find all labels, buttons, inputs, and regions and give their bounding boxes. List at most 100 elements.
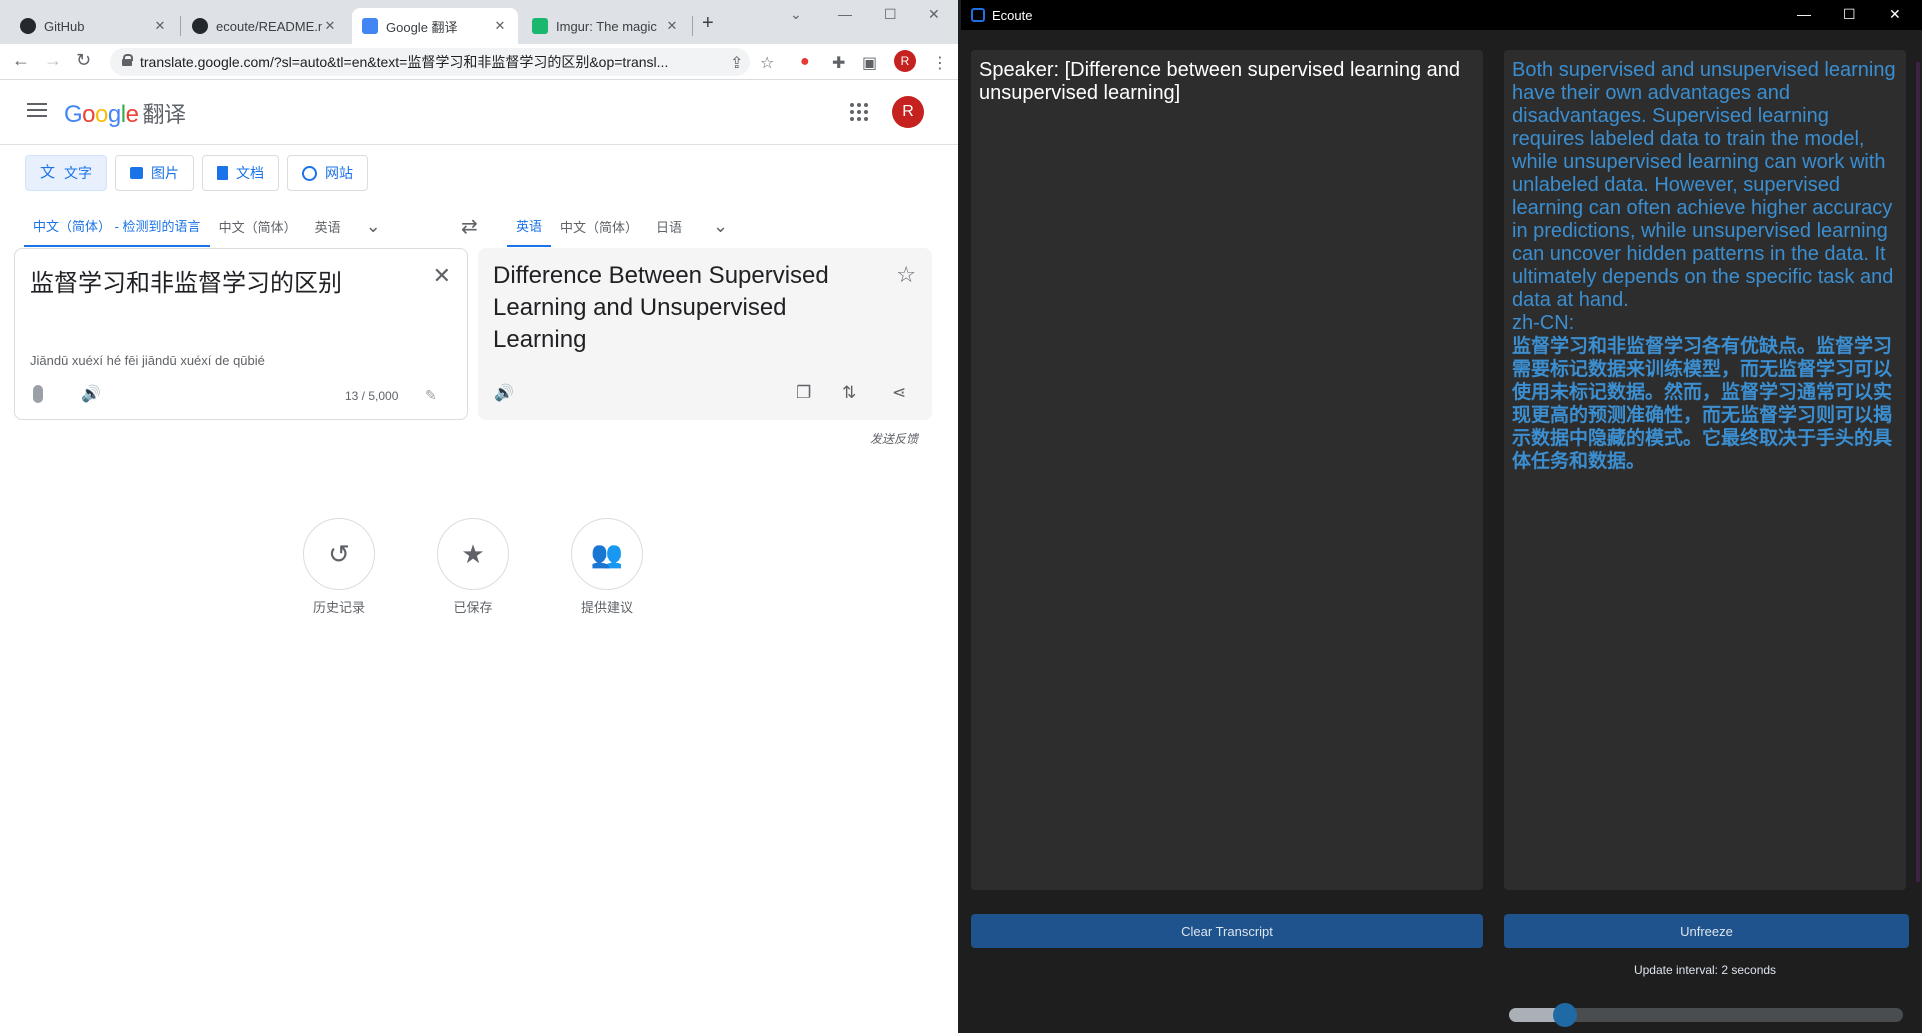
response-language-label: zh-CN: <box>1512 312 1575 334</box>
target-lang-japanese[interactable]: 日语 <box>647 205 691 247</box>
side-panel-icon[interactable]: ▣ <box>862 53 877 73</box>
profile-avatar[interactable]: R <box>894 50 916 72</box>
save-translation-star-icon[interactable]: ☆ <box>896 262 916 288</box>
tab-imgur[interactable]: Imgur: The magic ✕ <box>522 8 690 44</box>
mode-text-button[interactable]: 文 文字 <box>25 155 107 191</box>
close-icon[interactable]: ✕ <box>322 18 338 34</box>
github-icon <box>20 18 36 34</box>
account-avatar[interactable]: R <box>892 96 924 128</box>
app-icon <box>971 8 985 22</box>
close-window-icon[interactable]: ✕ <box>928 6 940 23</box>
address-text: translate.google.com/?sl=auto&tl=en&text… <box>140 54 669 70</box>
response-textbox[interactable]: Both supervised and unsupervised learnin… <box>1504 50 1906 890</box>
source-more-langs-chevron-icon[interactable]: ⌄ <box>350 205 390 247</box>
ecoute-titlebar: Ecoute — ☐ ✕ <box>961 0 1922 30</box>
response-chinese: 监督学习和非监督学习各有优缺点。监督学习需要标记数据来训练模型，而无监督学习可以… <box>1512 336 1893 472</box>
share-icon[interactable]: ⇪ <box>730 53 743 73</box>
close-icon[interactable]: ✕ <box>492 18 508 34</box>
translate-header: Google 翻译 R <box>0 81 958 145</box>
saved-label: 已保存 <box>453 600 493 615</box>
mode-selector: 文 文字 图片 文档 网站 <box>25 155 368 191</box>
swap-languages-icon[interactable]: ⇄ <box>461 214 478 239</box>
extensions-puzzle-icon[interactable]: ✚ <box>832 53 845 73</box>
history-label: 历史记录 <box>312 600 365 615</box>
menu-kebab-icon[interactable]: ⋮ <box>932 53 948 73</box>
extension-icon[interactable]: ● <box>800 53 810 71</box>
imgur-icon <box>532 18 548 34</box>
target-language-bar: 英语 中文（简体） 日语 ⌄ <box>507 205 737 247</box>
mode-documents-button[interactable]: 文档 <box>202 155 279 191</box>
tab-github[interactable]: GitHub ✕ <box>10 8 178 44</box>
update-interval-slider[interactable] <box>1509 1003 1903 1027</box>
mode-label: 图片 <box>151 165 179 181</box>
bookmark-star-icon[interactable]: ☆ <box>760 53 774 73</box>
close-window-icon[interactable]: ✕ <box>1889 6 1901 23</box>
reload-icon[interactable]: ↻ <box>76 50 91 71</box>
scrollbar[interactable] <box>1916 62 1920 882</box>
tab-ecoute-readme[interactable]: ecoute/README.n ✕ <box>182 8 348 44</box>
tab-title: ecoute/README.n <box>216 18 322 34</box>
unfreeze-button[interactable]: Unfreeze <box>1504 914 1909 948</box>
contribute-button[interactable]: 👥 <box>571 518 643 590</box>
character-count: 13 / 5,000 <box>345 389 399 403</box>
history-icon: ↺ <box>328 538 350 569</box>
source-lang-english[interactable]: 英语 <box>306 205 350 247</box>
copy-icon[interactable]: ❐ <box>796 383 811 403</box>
source-romanization: Jiāndū xuéxí hé fēi jiāndū xuéxí de qūbi… <box>30 353 265 368</box>
target-more-langs-chevron-icon[interactable]: ⌄ <box>691 205 737 247</box>
target-lang-english[interactable]: 英语 <box>507 205 552 247</box>
maximize-icon[interactable]: ☐ <box>884 6 897 23</box>
listen-source-icon[interactable]: 🔊 <box>81 384 101 404</box>
contribute-label: 提供建议 <box>580 600 633 615</box>
target-lang-chinese[interactable]: 中文（简体） <box>551 205 647 247</box>
clear-transcript-button[interactable]: Clear Transcript <box>971 914 1483 948</box>
lock-icon <box>122 54 133 66</box>
google-wordmark: Google <box>64 101 139 128</box>
translation-text: Difference Between Supervised Learning a… <box>493 262 829 353</box>
send-feedback-link[interactable]: 发送反馈 <box>870 430 918 447</box>
listen-translation-icon[interactable]: 🔊 <box>494 383 514 403</box>
people-icon: 👥 <box>590 538 624 569</box>
history-button[interactable]: ↺ <box>303 518 375 590</box>
mode-websites-button[interactable]: 网站 <box>287 155 368 191</box>
mode-images-button[interactable]: 图片 <box>115 155 194 191</box>
minimize-icon[interactable]: — <box>1797 6 1811 22</box>
mode-label: 文字 <box>64 165 92 181</box>
tab-google-translate[interactable]: Google 翻译 ✕ <box>352 8 518 44</box>
tab-title: Imgur: The magic <box>556 18 657 34</box>
translation-output: Difference Between Supervised Learning a… <box>478 248 932 420</box>
handwriting-icon[interactable]: ✎ <box>425 387 437 404</box>
logo-product: 翻译 <box>142 102 186 127</box>
source-text[interactable]: 监督学习和非监督学习的区别 <box>30 263 342 298</box>
source-lang-chinese[interactable]: 中文（简体） <box>210 205 306 247</box>
forward-icon[interactable]: → <box>44 50 62 71</box>
main-menu-icon[interactable] <box>27 103 47 117</box>
source-lang-detected[interactable]: 中文（简体） - 检测到的语言 <box>24 205 210 247</box>
minimize-icon[interactable]: — <box>838 6 852 22</box>
globe-icon <box>302 165 317 181</box>
close-icon[interactable]: ✕ <box>664 18 680 34</box>
rate-translation-icon[interactable]: ⇅ <box>842 383 856 403</box>
slider-handle[interactable] <box>1553 1003 1578 1027</box>
back-icon[interactable]: ← <box>12 50 30 71</box>
browser-toolbar: ← → ↻ translate.google.com/?sl=auto&tl=e… <box>0 44 958 80</box>
google-translate-logo[interactable]: Google 翻译 <box>64 97 186 129</box>
translate-icon: 文 <box>40 164 56 181</box>
ecoute-window: Ecoute — ☐ ✕ Speaker: [Difference betwee… <box>961 0 1922 1033</box>
saved-button[interactable]: ★ <box>437 518 509 590</box>
microphone-icon[interactable] <box>33 385 43 403</box>
translate-icon <box>362 18 378 34</box>
source-text-area[interactable]: 监督学习和非监督学习的区别 ✕ Jiāndū xuéxí hé fēi jiān… <box>14 248 468 420</box>
close-icon[interactable]: ✕ <box>152 18 168 34</box>
maximize-icon[interactable]: ☐ <box>1843 6 1856 23</box>
share-icon[interactable]: ⋖ <box>892 383 906 403</box>
clear-source-icon[interactable]: ✕ <box>433 263 451 289</box>
tab-search-icon[interactable]: ⌄ <box>790 6 802 23</box>
address-bar[interactable]: translate.google.com/?sl=auto&tl=en&text… <box>110 48 750 76</box>
apps-grid-icon[interactable] <box>850 103 868 121</box>
image-icon <box>130 167 143 179</box>
transcript-textbox[interactable]: Speaker: [Difference between supervised … <box>971 50 1483 890</box>
tab-title: GitHub <box>44 18 85 34</box>
response-english: Both supervised and unsupervised learnin… <box>1512 59 1896 311</box>
new-tab-button[interactable]: + <box>702 12 714 35</box>
